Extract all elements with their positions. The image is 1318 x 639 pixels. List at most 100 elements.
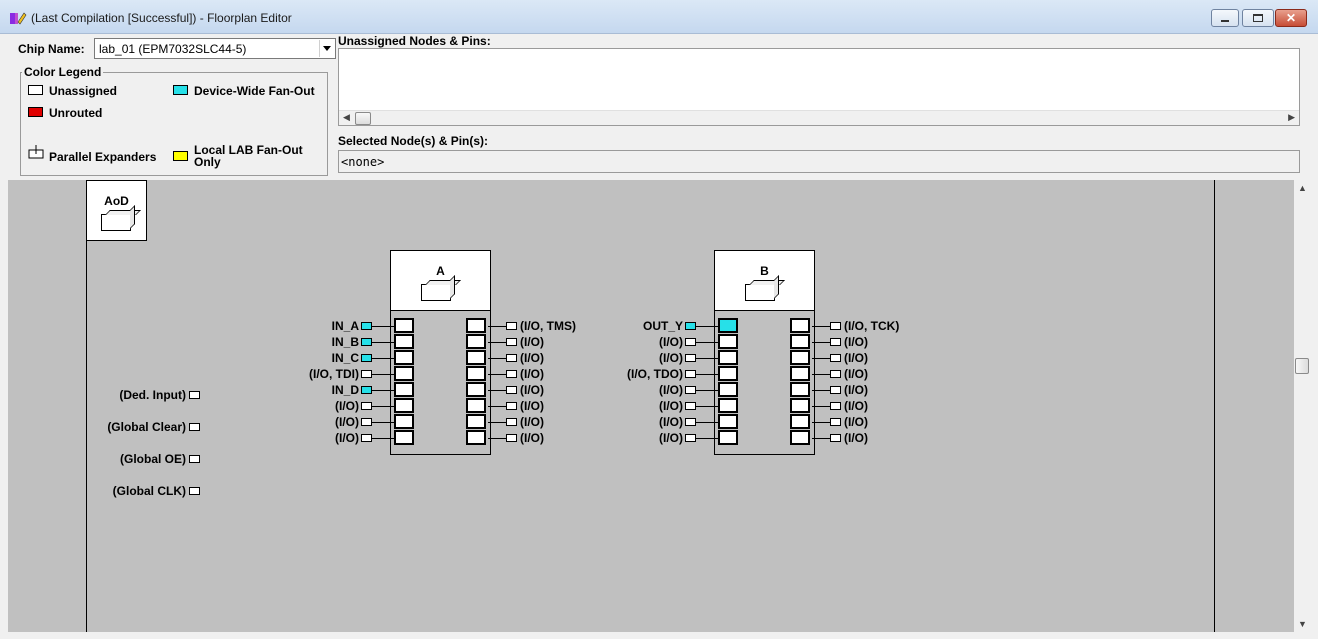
pin-wire [372,390,394,391]
io-pin[interactable] [830,434,841,442]
macrocell[interactable] [790,414,810,429]
macrocell[interactable] [466,430,486,445]
maximize-button[interactable] [1242,9,1274,27]
pin-label: (I/O) [520,431,544,445]
macrocell[interactable] [394,350,414,365]
io-pin[interactable] [361,418,372,426]
macrocell[interactable] [394,430,414,445]
io-pin[interactable] [830,322,841,330]
pin-wire [812,358,830,359]
lab-block[interactable]: B [714,250,815,455]
macrocell[interactable] [394,334,414,349]
pin-label: (I/O, TMS) [520,319,576,333]
pin-wire [696,358,718,359]
lab-block[interactable]: A [390,250,491,455]
horizontal-scrollbar[interactable]: ◀ ▶ [339,110,1299,125]
io-pin[interactable] [361,370,372,378]
macrocell[interactable] [718,414,738,429]
macrocell[interactable] [790,350,810,365]
pin-wire [488,358,506,359]
macrocell[interactable] [466,382,486,397]
io-pin[interactable] [506,402,517,410]
dedicated-pin-label: (Ded. Input) [119,388,186,402]
selected-nodes-field[interactable]: <none> [338,150,1300,173]
title-bar[interactable]: (Last Compilation [Successful]) - Floorp… [0,0,1318,34]
io-pin[interactable] [506,434,517,442]
macrocell[interactable] [790,382,810,397]
io-pin[interactable] [685,338,696,346]
macrocell[interactable] [790,398,810,413]
io-pin[interactable] [685,370,696,378]
io-pin[interactable] [361,402,372,410]
io-pin[interactable] [830,386,841,394]
macrocell[interactable] [466,350,486,365]
chip-name-label: Chip Name: [18,42,85,56]
vertical-scroll-thumb[interactable] [1295,358,1309,374]
macrocell[interactable] [718,430,738,445]
io-pin[interactable] [685,322,696,330]
close-button[interactable]: ✕ [1275,9,1307,27]
io-pin[interactable] [506,354,517,362]
chip-name-select[interactable]: lab_01 (EPM7032SLC44-5) [94,38,336,59]
macrocell[interactable] [718,318,738,333]
io-pin[interactable] [685,402,696,410]
io-pin[interactable] [361,338,372,346]
scroll-up-icon[interactable]: ▲ [1298,183,1307,193]
io-pin[interactable] [685,386,696,394]
scroll-thumb[interactable] [355,112,371,125]
aod-block[interactable]: AoD [86,180,147,241]
macrocell[interactable] [394,382,414,397]
dedicated-pin[interactable] [189,391,200,399]
io-pin[interactable] [506,418,517,426]
macrocell[interactable] [790,318,810,333]
macrocell[interactable] [718,366,738,381]
macrocell[interactable] [394,398,414,413]
io-pin[interactable] [361,354,372,362]
dedicated-pin[interactable] [189,487,200,495]
io-pin[interactable] [830,370,841,378]
chevron-down-icon[interactable] [319,40,334,57]
scroll-down-icon[interactable]: ▼ [1298,619,1307,629]
io-pin[interactable] [506,322,517,330]
macrocell[interactable] [718,334,738,349]
unassigned-nodes-label: Unassigned Nodes & Pins: [338,34,491,48]
io-pin[interactable] [506,338,517,346]
io-pin[interactable] [685,418,696,426]
pin-label: (I/O) [844,335,868,349]
macrocell[interactable] [466,414,486,429]
io-pin[interactable] [361,322,372,330]
macrocell[interactable] [466,318,486,333]
dedicated-pin[interactable] [189,455,200,463]
macrocell[interactable] [466,334,486,349]
dedicated-pin[interactable] [189,423,200,431]
vertical-scrollbar[interactable]: ▲ ▼ [1294,180,1310,632]
macrocell[interactable] [394,366,414,381]
io-pin[interactable] [830,402,841,410]
pin-wire [488,326,506,327]
io-pin[interactable] [685,434,696,442]
macrocell[interactable] [394,318,414,333]
canvas-left-border [86,180,87,632]
io-pin[interactable] [685,354,696,362]
floorplan-canvas[interactable]: AoD (Ded. Input) (Global Clear) (Global OE… [8,180,1294,632]
macrocell[interactable] [790,334,810,349]
io-pin[interactable] [830,418,841,426]
io-pin[interactable] [361,434,372,442]
macrocell[interactable] [466,398,486,413]
minimize-button[interactable] [1211,9,1239,27]
io-pin[interactable] [506,370,517,378]
io-pin[interactable] [361,386,372,394]
unassigned-nodes-list[interactable]: ◀ ▶ [338,48,1300,126]
macrocell[interactable] [466,366,486,381]
macrocell[interactable] [718,398,738,413]
macrocell[interactable] [718,382,738,397]
macrocell[interactable] [790,366,810,381]
macrocell[interactable] [718,350,738,365]
macrocell[interactable] [394,414,414,429]
io-pin[interactable] [830,354,841,362]
scroll-left-icon[interactable]: ◀ [343,112,350,123]
io-pin[interactable] [830,338,841,346]
macrocell[interactable] [790,430,810,445]
scroll-right-icon[interactable]: ▶ [1288,112,1295,123]
io-pin[interactable] [506,386,517,394]
